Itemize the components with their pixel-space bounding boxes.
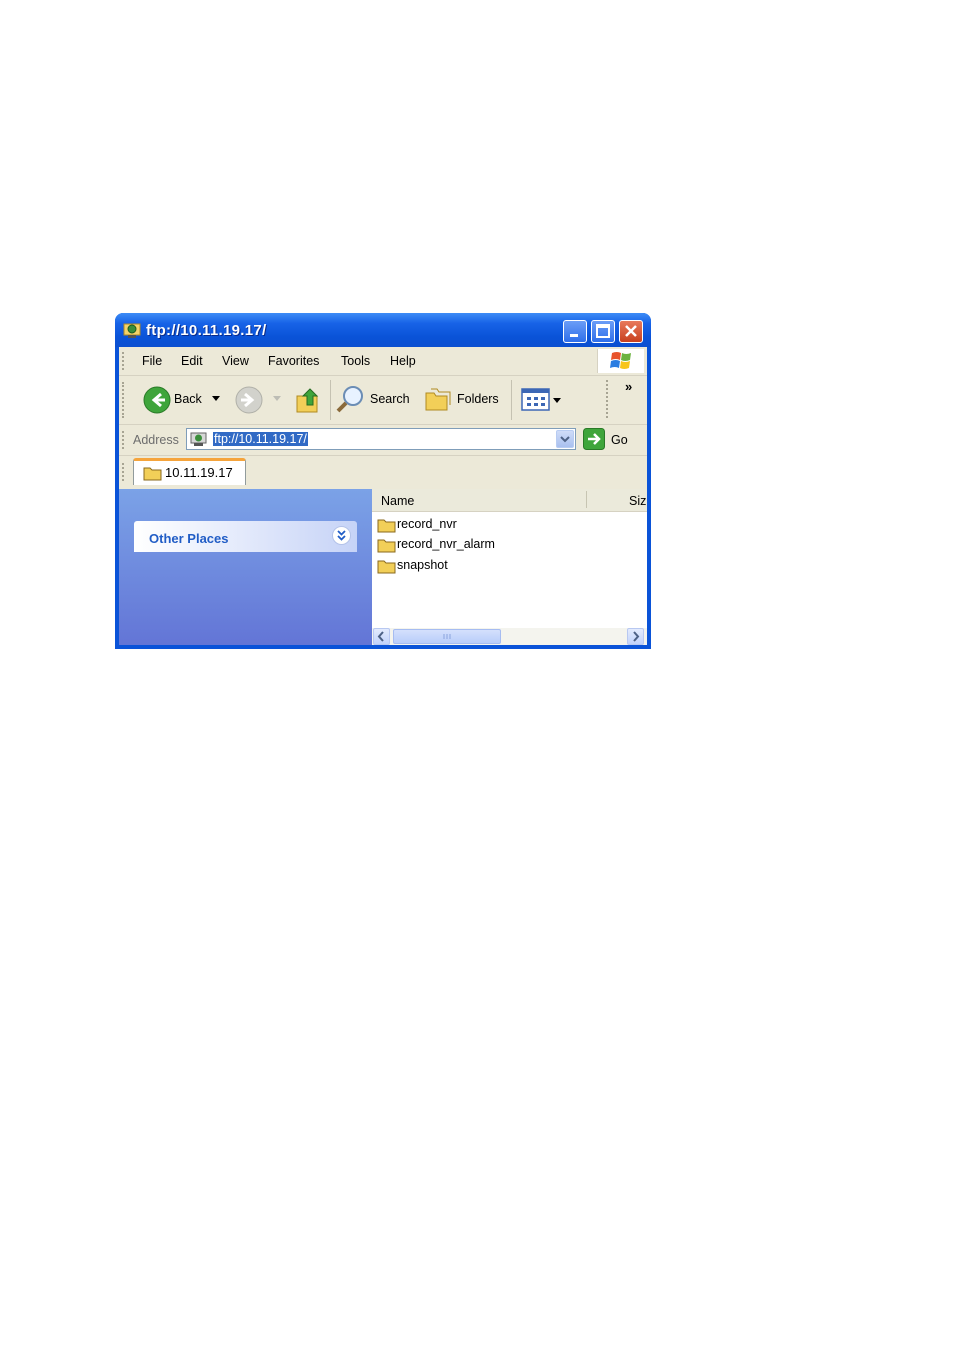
other-places-header[interactable]: Other Places xyxy=(134,521,357,552)
go-button[interactable]: Go xyxy=(583,428,633,452)
list-item-name: record_nvr_alarm xyxy=(397,537,495,551)
windows-logo-icon xyxy=(597,349,644,373)
scroll-left-button[interactable] xyxy=(373,628,390,645)
toolbar-separator xyxy=(511,380,512,420)
horizontal-scrollbar[interactable] xyxy=(372,628,647,645)
menu-help[interactable]: Help xyxy=(390,354,416,368)
chevron-down-icon xyxy=(560,436,570,443)
close-button[interactable] xyxy=(619,320,643,343)
column-header: Name Siz xyxy=(372,489,647,512)
tab-bar: 10.11.19.17 xyxy=(119,456,647,488)
tab-label: 10.11.19.17 xyxy=(165,465,233,480)
list-item-name: snapshot xyxy=(397,558,448,572)
toolbar-grip[interactable] xyxy=(606,380,611,418)
minimize-icon xyxy=(570,334,578,337)
views-icon xyxy=(521,388,550,411)
folder-icon xyxy=(143,467,162,481)
folders-button[interactable]: Folders xyxy=(423,384,505,414)
standard-toolbar: Back Search Folders » xyxy=(119,376,647,425)
menu-tools[interactable]: Tools xyxy=(341,354,370,368)
forward-dropdown-icon xyxy=(273,396,281,401)
close-icon xyxy=(625,325,637,337)
address-grip[interactable] xyxy=(122,431,127,449)
folders-label: Folders xyxy=(457,392,499,406)
address-dropdown[interactable] xyxy=(556,430,574,448)
menu-bar: File Edit View Favorites Tools Help xyxy=(119,347,647,376)
toolbar-separator xyxy=(330,380,331,420)
task-pane: Other Places xyxy=(119,489,372,645)
chevron-left-icon xyxy=(377,631,384,642)
search-icon xyxy=(336,386,363,413)
address-input[interactable]: ftp://10.11.19.17/ xyxy=(186,428,576,450)
menu-view[interactable]: View xyxy=(222,354,249,368)
back-dropdown-icon[interactable] xyxy=(212,396,220,402)
forward-button[interactable] xyxy=(235,384,281,414)
views-button[interactable] xyxy=(519,386,563,412)
scroll-thumb[interactable] xyxy=(393,629,501,644)
menu-edit[interactable]: Edit xyxy=(181,354,203,368)
forward-arrow-icon xyxy=(235,386,263,414)
minimize-button[interactable] xyxy=(563,320,587,343)
ftp-folder-icon xyxy=(123,323,141,338)
maximize-icon xyxy=(596,324,610,338)
column-name[interactable]: Name xyxy=(381,494,414,508)
address-bar: Address ftp://10.11.19.17/ Go xyxy=(119,425,647,456)
menu-favorites[interactable]: Favorites xyxy=(268,354,319,368)
toolbar-chevron[interactable]: » xyxy=(625,379,632,394)
menu-file[interactable]: File xyxy=(142,354,162,368)
up-folder-icon[interactable] xyxy=(294,385,322,415)
window-client: File Edit View Favorites Tools Help Back… xyxy=(119,347,647,645)
go-label: Go xyxy=(611,433,628,447)
ftp-site-icon xyxy=(190,432,207,446)
list-item-name: record_nvr xyxy=(397,517,457,531)
column-size[interactable]: Siz xyxy=(629,494,646,508)
toolbar-grip[interactable] xyxy=(122,382,127,418)
title-bar[interactable]: ftp://10.11.19.17/ xyxy=(115,313,651,347)
explorer-window: ftp://10.11.19.17/ File Edit View Favori… xyxy=(115,313,651,649)
back-arrow-icon xyxy=(143,386,171,414)
search-label: Search xyxy=(370,392,410,406)
back-label: Back xyxy=(174,392,202,406)
scroll-right-button[interactable] xyxy=(627,628,644,645)
search-button[interactable]: Search xyxy=(335,384,417,414)
folder-icon xyxy=(377,539,396,553)
views-dropdown-icon xyxy=(553,398,561,403)
tab-current-site[interactable]: 10.11.19.17 xyxy=(133,458,246,485)
chevron-right-icon xyxy=(633,631,640,642)
column-separator[interactable] xyxy=(586,491,587,508)
back-button[interactable]: Back xyxy=(141,384,223,414)
folder-icon xyxy=(377,560,396,574)
menu-grip[interactable] xyxy=(122,352,127,370)
address-text[interactable]: ftp://10.11.19.17/ xyxy=(213,432,308,446)
other-places-label: Other Places xyxy=(149,531,229,546)
grip-lines-icon xyxy=(443,634,451,639)
address-label: Address xyxy=(133,433,179,447)
folders-icon xyxy=(425,388,451,411)
go-arrow-icon xyxy=(583,428,605,450)
maximize-button[interactable] xyxy=(591,320,615,343)
expand-chevron-icon[interactable] xyxy=(332,526,351,545)
folder-icon xyxy=(377,519,396,533)
window-title: ftp://10.11.19.17/ xyxy=(146,322,267,339)
tab-grip[interactable] xyxy=(122,463,127,481)
file-list: Name Siz record_nvr record_nvr_alarm sna… xyxy=(372,489,647,645)
